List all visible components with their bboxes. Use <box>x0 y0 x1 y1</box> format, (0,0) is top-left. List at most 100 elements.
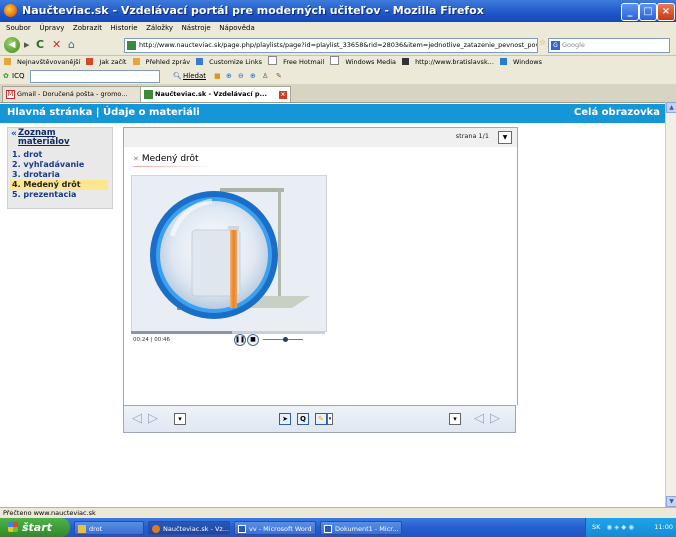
tray-icons[interactable]: ◉ ◈ ◆ ◉ <box>606 523 634 531</box>
time-display: 00:24 | 00:46 <box>133 337 171 343</box>
icq-label: ICQ <box>12 72 25 80</box>
tab-close-icon[interactable]: × <box>279 91 287 99</box>
taskbar-item-word-dokument[interactable]: Dokument1 - Micr... <box>320 521 402 535</box>
taskbar-item-word-vv[interactable]: vv - Microsoft Word <box>234 521 316 535</box>
menu-item-file[interactable]: Soubor <box>6 22 31 35</box>
menu-item-history[interactable]: Historie <box>111 22 138 35</box>
sidebar-item-medeny-drot[interactable]: 4. Medený drôt <box>10 180 108 190</box>
menu-item-bookmarks[interactable]: Záložky <box>146 22 173 35</box>
back-button[interactable]: ◀ <box>4 37 20 53</box>
folder-icon <box>78 525 86 533</box>
page-dropdown[interactable]: ▼ <box>498 131 512 144</box>
bookmarks-toolbar: Nejnavštěvovanější Jak začít Přehled zpr… <box>0 56 676 68</box>
search-input[interactable]: G Google <box>548 38 670 53</box>
google-icon: G <box>551 41 560 50</box>
pencil-icon[interactable]: ✎ <box>276 68 282 84</box>
page-indicator: strana 1/1 <box>455 132 489 140</box>
home-icon[interactable]: ⌂ <box>68 38 75 52</box>
bookmark-item[interactable]: Windows <box>499 58 542 66</box>
gmail-icon: M <box>6 90 15 99</box>
title-underline <box>133 166 213 167</box>
sidebar-header[interactable]: « Zoznam materiálov <box>10 129 108 149</box>
prev-page-icon[interactable]: ◁ <box>132 411 142 427</box>
close-button[interactable]: × <box>657 3 675 21</box>
menu-bar: Soubor Úpravy Zobrazit Historie Záložky … <box>0 22 676 35</box>
breadcrumb[interactable]: Hlavná stránka | Údaje o materiáli <box>7 107 200 118</box>
reload-icon[interactable]: C <box>36 38 44 52</box>
start-label: štart <box>22 521 52 534</box>
sidebar-item-prezentacia[interactable]: 5. prezentacia <box>10 190 108 200</box>
menu-item-view[interactable]: Zobrazit <box>73 22 102 35</box>
highlight-tool-button[interactable]: ✎ <box>315 413 327 425</box>
icq-flower-icon: ✿ <box>3 72 9 80</box>
minimize-button[interactable]: _ <box>621 3 639 21</box>
forward-dropdown-icon[interactable]: ▸ <box>24 38 30 52</box>
bookmark-item[interactable]: Přehled zpráv <box>132 58 190 66</box>
highlight-icon[interactable]: ■ <box>214 68 221 84</box>
scroll-down-button[interactable]: ▼ <box>666 496 676 507</box>
prev-page-right-icon[interactable]: ◁ <box>474 411 484 427</box>
next-page-right-icon[interactable]: ▷ <box>490 411 500 427</box>
tab-label: Gmail - Doručená pošta - gromo... <box>17 90 128 98</box>
clock: 11:00 <box>654 523 673 531</box>
scroll-up-button[interactable]: ▲ <box>666 102 676 113</box>
zoom-icon[interactable]: ⊕ <box>250 68 256 84</box>
menu-item-help[interactable]: Nápověda <box>219 22 254 35</box>
maximize-button[interactable]: □ <box>639 3 657 21</box>
window-title-bar[interactable]: Naučteviac.sk - Vzdelávací portál pre mo… <box>0 0 676 23</box>
user-icon[interactable]: ♙ <box>262 68 268 84</box>
next-page-icon[interactable]: ▷ <box>148 411 158 427</box>
bookmark-item[interactable]: Jak začít <box>86 58 126 66</box>
bookmark-item[interactable]: Windows Media <box>330 56 396 66</box>
language-indicator[interactable]: SK <box>592 523 600 531</box>
taskbar-item-drot[interactable]: drot <box>74 521 144 535</box>
content-toolbar: strana 1/1 ▼ <box>123 127 518 148</box>
left-dropdown-button[interactable]: ▾ <box>174 413 186 425</box>
collapse-icon[interactable]: « <box>11 129 17 139</box>
stop-button[interactable]: ■ <box>247 334 259 346</box>
menu-item-edit[interactable]: Úpravy <box>39 22 64 35</box>
seek-bar[interactable] <box>131 331 325 334</box>
icq-toolbar: ✿ ICQ 🔍︎ Hledat ■ ⊕ ⊖ ⊕ ♙ ✎ <box>0 68 676 85</box>
bookmark-item[interactable]: Free Hotmail <box>268 56 324 66</box>
fullscreen-link[interactable]: Celá obrazovka <box>574 107 660 118</box>
sidebar-item-drot[interactable]: 1. drot <box>10 150 108 160</box>
material-title: Medený drôt <box>141 154 199 164</box>
windows-logo-icon <box>8 522 18 532</box>
video-player[interactable] <box>131 175 327 332</box>
bookmark-item[interactable]: Customize Links <box>196 58 262 66</box>
icq-search-input[interactable] <box>30 70 160 83</box>
icq-search-icon: 🔍︎ <box>173 72 182 80</box>
highlight-dropdown-button[interactable]: ▾ <box>327 413 333 425</box>
pointer-tool-button[interactable]: ➤ <box>279 413 291 425</box>
status-text: Přečteno www.naucteviac.sk <box>3 509 96 517</box>
menu-item-tools[interactable]: Nástroje <box>182 22 211 35</box>
bookmark-star-icon[interactable]: ☆ <box>539 38 546 47</box>
zoom-out-icon[interactable]: ⊖ <box>238 68 244 84</box>
firefox-icon <box>4 4 17 17</box>
stop-icon[interactable]: ✕ <box>52 38 61 52</box>
tab-gmail[interactable]: M Gmail - Doručená pošta - gromo... <box>2 86 154 102</box>
start-button[interactable]: štart <box>0 518 70 537</box>
bookmark-item[interactable]: Nejnavštěvovanější <box>4 58 80 66</box>
sidebar-item-vyhladavanie[interactable]: 2. vyhľadávanie <box>10 160 108 170</box>
search-placeholder: Google <box>562 41 585 49</box>
vertical-scrollbar[interactable]: ▲ ▼ <box>665 102 676 507</box>
sidebar-item-drotaria[interactable]: 3. drotaria <box>10 170 108 180</box>
icq-search-button[interactable]: Hledat <box>183 68 206 84</box>
volume-knob[interactable] <box>283 337 288 342</box>
zoom-tool-button[interactable]: Q <box>297 413 309 425</box>
content-bottom-toolbar: ◁ ▷ ▾ ➤ Q ✎ ▾ ▾ ◁ ▷ <box>123 405 516 433</box>
zoom-in-icon[interactable]: ⊕ <box>226 68 232 84</box>
url-text: http://www.naucteviac.sk/page.php/playli… <box>139 41 538 49</box>
site-icon <box>127 41 136 50</box>
right-dropdown-button[interactable]: ▾ <box>449 413 461 425</box>
tab-naucteviac[interactable]: Naučteviac.sk - Vzdelávací p... × <box>140 86 291 102</box>
word-icon <box>238 525 246 533</box>
bookmark-item[interactable]: http://www.bratislavsk... <box>402 58 494 66</box>
taskbar-item-firefox[interactable]: Naučteviac.sk - Vz... <box>148 521 230 535</box>
remove-item-icon[interactable]: ✕ <box>133 155 139 163</box>
material-item-header: ✕ Medený drôt <box>133 154 199 164</box>
url-bar[interactable]: http://www.naucteviac.sk/page.php/playli… <box>124 38 538 53</box>
pause-button[interactable]: ❚❚ <box>234 334 246 346</box>
